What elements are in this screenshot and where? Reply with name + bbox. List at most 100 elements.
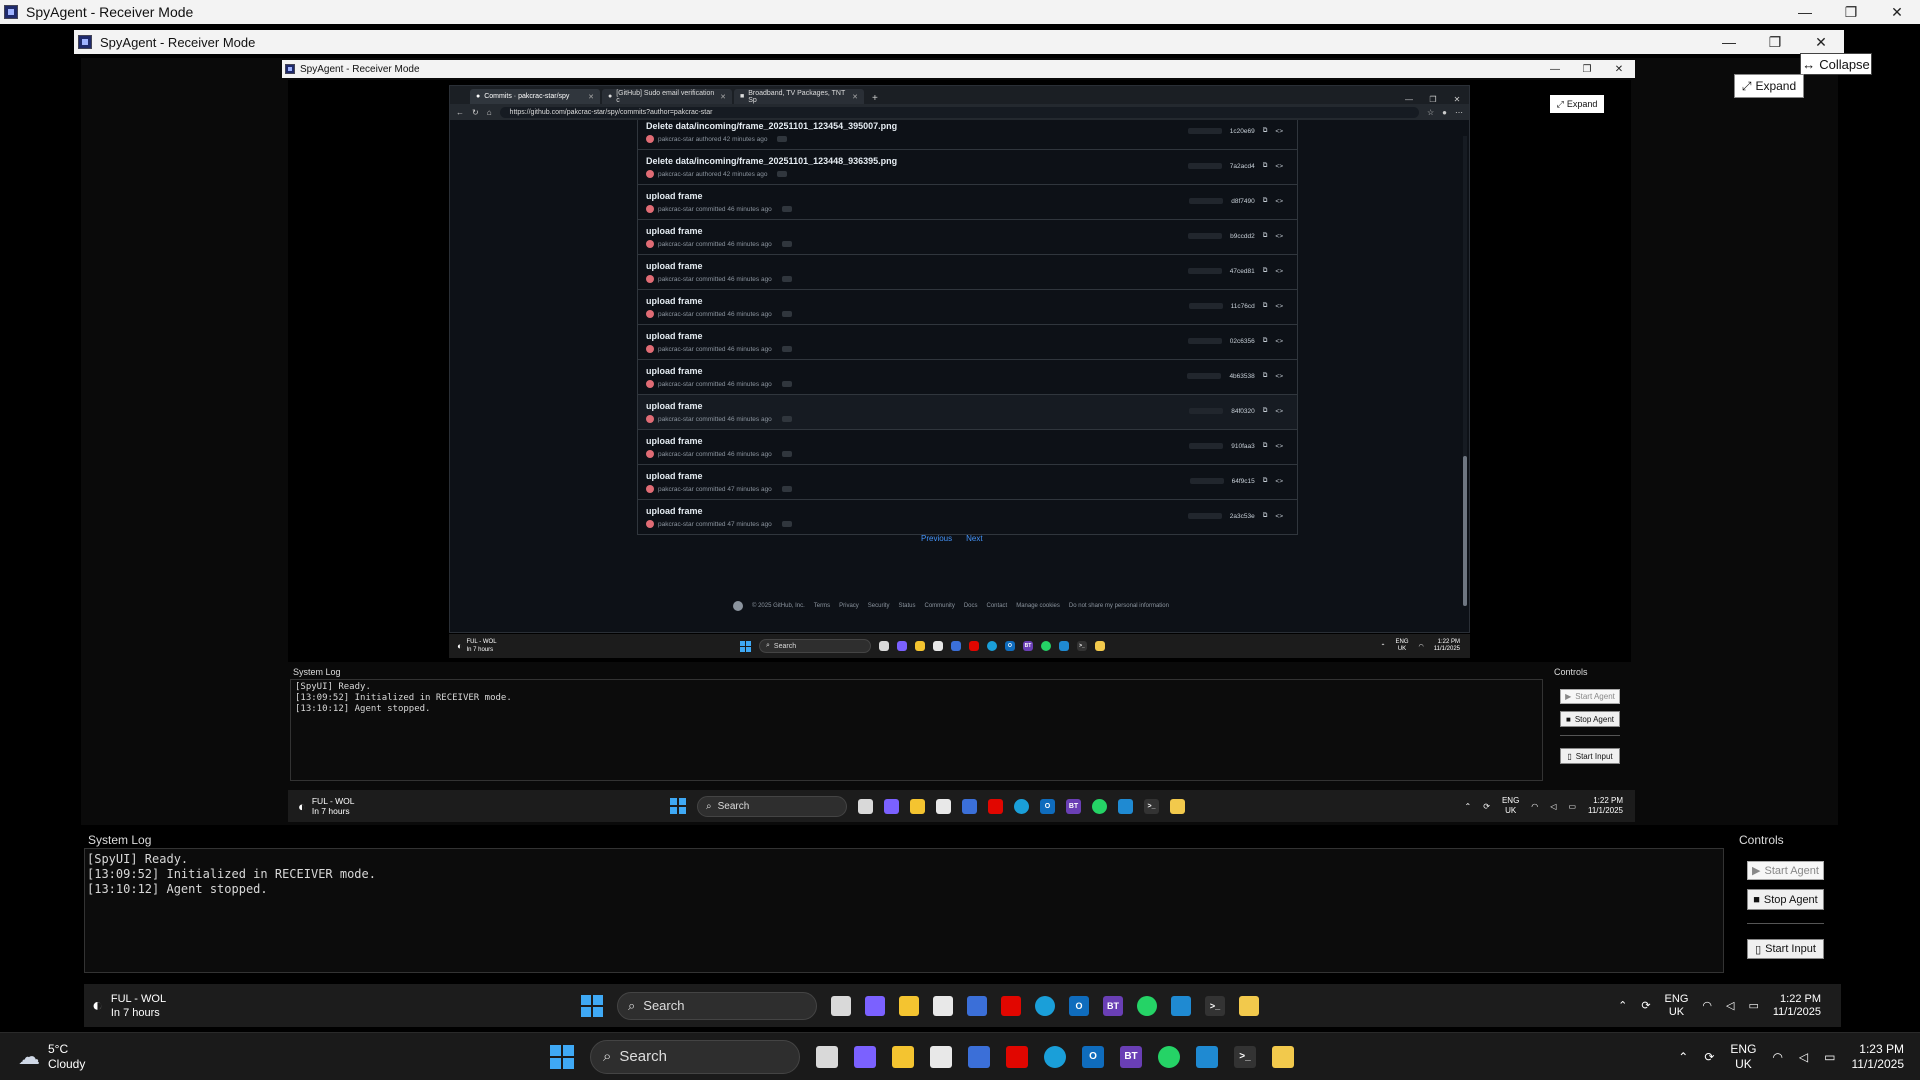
start-agent-button[interactable]: ▶ Start Agent	[1747, 861, 1824, 880]
avatar[interactable]	[646, 205, 654, 213]
edge-icon[interactable]	[1035, 995, 1055, 1016]
outlook-icon[interactable]: O	[1040, 798, 1055, 814]
browse-code-icon[interactable]: <>	[1275, 373, 1283, 380]
favorites-icon[interactable]: ☆	[1427, 108, 1434, 117]
sync-icon[interactable]: ⟳	[1483, 802, 1490, 811]
commit-title[interactable]: Delete data/incoming/frame_20251101_1234…	[646, 156, 897, 166]
start-icon[interactable]	[670, 798, 686, 814]
santander-icon[interactable]	[988, 798, 1003, 814]
commit-row[interactable]: upload frame pakcrac-star committed 46 mi…	[638, 324, 1297, 359]
footer-link[interactable]: Status	[898, 603, 915, 609]
start-agent-button[interactable]: ▶ Start Agent	[1560, 689, 1620, 704]
browse-code-icon[interactable]: <>	[1275, 443, 1283, 450]
browse-code-icon[interactable]: <>	[1275, 198, 1283, 205]
copy-icon[interactable]: ⧉	[1263, 162, 1268, 170]
close-button[interactable]: ✕	[1874, 0, 1920, 24]
refresh-icon[interactable]: ↻	[472, 108, 479, 117]
bt-icon[interactable]: BT	[1103, 995, 1123, 1016]
whatsapp-icon[interactable]	[1092, 798, 1107, 814]
store-icon[interactable]	[933, 995, 953, 1016]
start-icon[interactable]	[550, 1044, 574, 1069]
commit-sha[interactable]: 4b63538	[1229, 373, 1254, 380]
footer-link[interactable]: Privacy	[839, 603, 859, 609]
terminal-icon[interactable]: >_	[1234, 1045, 1256, 1068]
more-icon[interactable]: ⋯	[1455, 108, 1463, 117]
terminal-icon[interactable]: >_	[1077, 641, 1087, 651]
commit-row[interactable]: upload frame pakcrac-star committed 46 mi…	[638, 219, 1297, 254]
file-explorer-icon[interactable]	[858, 798, 873, 814]
avatar[interactable]	[646, 520, 654, 528]
inner-minimize-button[interactable]: —	[1706, 30, 1752, 54]
maximize-button[interactable]: ❐	[1828, 0, 1874, 24]
folder-icon[interactable]	[915, 641, 925, 651]
language-indicator[interactable]: ENG UK	[1665, 993, 1689, 1019]
whatsapp-icon[interactable]	[1137, 995, 1157, 1016]
wifi-icon[interactable]: ◠	[1531, 802, 1538, 811]
commit-row[interactable]: upload frame pakcrac-star committed 46 mi…	[638, 289, 1297, 324]
edge-icon[interactable]	[1014, 798, 1029, 814]
commit-title[interactable]: upload frame	[646, 331, 703, 341]
tab-close-icon[interactable]: ✕	[588, 93, 594, 101]
commit-sha[interactable]: 64f9c15	[1232, 478, 1255, 485]
browse-code-icon[interactable]: <>	[1275, 303, 1283, 310]
copy-icon[interactable]: ⧉	[1263, 267, 1268, 275]
taskbar-search[interactable]: ⌕ Search	[759, 639, 871, 653]
python-icon[interactable]	[1239, 995, 1259, 1016]
wifi-icon[interactable]: ◠	[1772, 1050, 1782, 1064]
battery-icon[interactable]: ▭	[1568, 802, 1576, 811]
commit-row[interactable]: upload frame pakcrac-star committed 47 mi…	[638, 499, 1297, 534]
commit-sha[interactable]: 02c6356	[1230, 338, 1255, 345]
folder-icon[interactable]	[910, 798, 925, 814]
language-indicator[interactable]: ENG UK	[1395, 639, 1408, 653]
volume-icon[interactable]: ◁	[1550, 802, 1556, 811]
chevron-up-icon[interactable]: ⌃	[1465, 802, 1472, 811]
terminal-icon[interactable]: >_	[1205, 995, 1225, 1016]
innermost-minimize-button[interactable]: —	[1539, 60, 1571, 78]
inner-close-button[interactable]: ✕	[1798, 30, 1844, 54]
commit-row[interactable]: upload frame pakcrac-star committed 46 mi…	[638, 394, 1297, 429]
sync-icon[interactable]: ⟳	[1704, 1050, 1714, 1064]
url-field[interactable]: https://github.com/pakcrac-star/spy/comm…	[499, 106, 1419, 118]
taskbar-search[interactable]: ⌕ Search	[590, 1039, 800, 1074]
back-icon[interactable]: ←	[456, 108, 464, 117]
footer-link[interactable]: Docs	[964, 603, 978, 609]
browser-maximize-button[interactable]: ❐	[1421, 95, 1445, 104]
commit-sha[interactable]: 1c20e69	[1230, 128, 1255, 135]
start-icon[interactable]	[740, 640, 751, 652]
commit-title[interactable]: upload frame	[646, 226, 703, 236]
vscode-icon[interactable]	[1171, 995, 1191, 1016]
whatsapp-icon[interactable]	[1041, 641, 1051, 651]
taskbar-clock[interactable]: 1:22 PM 11/1/2025	[1434, 639, 1460, 653]
python-icon[interactable]	[1095, 641, 1105, 651]
commit-sha[interactable]: 910faa3	[1231, 443, 1255, 450]
santander-icon[interactable]	[1001, 995, 1021, 1016]
stop-agent-button[interactable]: ■ Stop Agent	[1560, 711, 1620, 727]
browse-code-icon[interactable]: <>	[1275, 408, 1283, 415]
volume-icon[interactable]: ◁	[1726, 999, 1734, 1012]
start-input-button[interactable]: ▯ Start Input	[1747, 939, 1824, 959]
python-icon[interactable]	[1170, 798, 1185, 814]
chevron-up-icon[interactable]: ⌃	[1380, 643, 1385, 650]
copy-icon[interactable]: ⧉	[1263, 512, 1268, 520]
commit-title[interactable]: upload frame	[646, 296, 703, 306]
file-explorer-icon[interactable]	[816, 1045, 838, 1068]
commit-row[interactable]: upload frame pakcrac-star committed 46 mi…	[638, 429, 1297, 464]
taskbar-clock[interactable]: 1:22 PM 11/1/2025	[1588, 796, 1623, 816]
volume-icon[interactable]: ◁	[1799, 1050, 1808, 1064]
store-icon[interactable]	[930, 1045, 952, 1068]
commit-sha[interactable]: b9ccdd2	[1230, 233, 1255, 240]
copilot-icon[interactable]	[854, 1045, 876, 1068]
battery-icon[interactable]: ▭	[1824, 1050, 1835, 1064]
stop-agent-button[interactable]: ■ Stop Agent	[1747, 889, 1824, 910]
copy-icon[interactable]: ⧉	[1263, 302, 1268, 310]
copy-icon[interactable]: ⧉	[1263, 442, 1268, 450]
avatar[interactable]	[646, 240, 654, 248]
santander-icon[interactable]	[969, 641, 979, 651]
folder-icon[interactable]	[899, 995, 919, 1016]
chevron-up-icon[interactable]: ⌃	[1618, 999, 1627, 1012]
commit-sha[interactable]: 47ced81	[1230, 268, 1255, 275]
commit-sha[interactable]: 11c76cd	[1231, 303, 1255, 310]
avatar[interactable]	[646, 135, 654, 143]
system-log[interactable]: [SpyUI] Ready. [13:09:52] Initialized in…	[290, 679, 1543, 781]
commit-title[interactable]: upload frame	[646, 471, 703, 481]
